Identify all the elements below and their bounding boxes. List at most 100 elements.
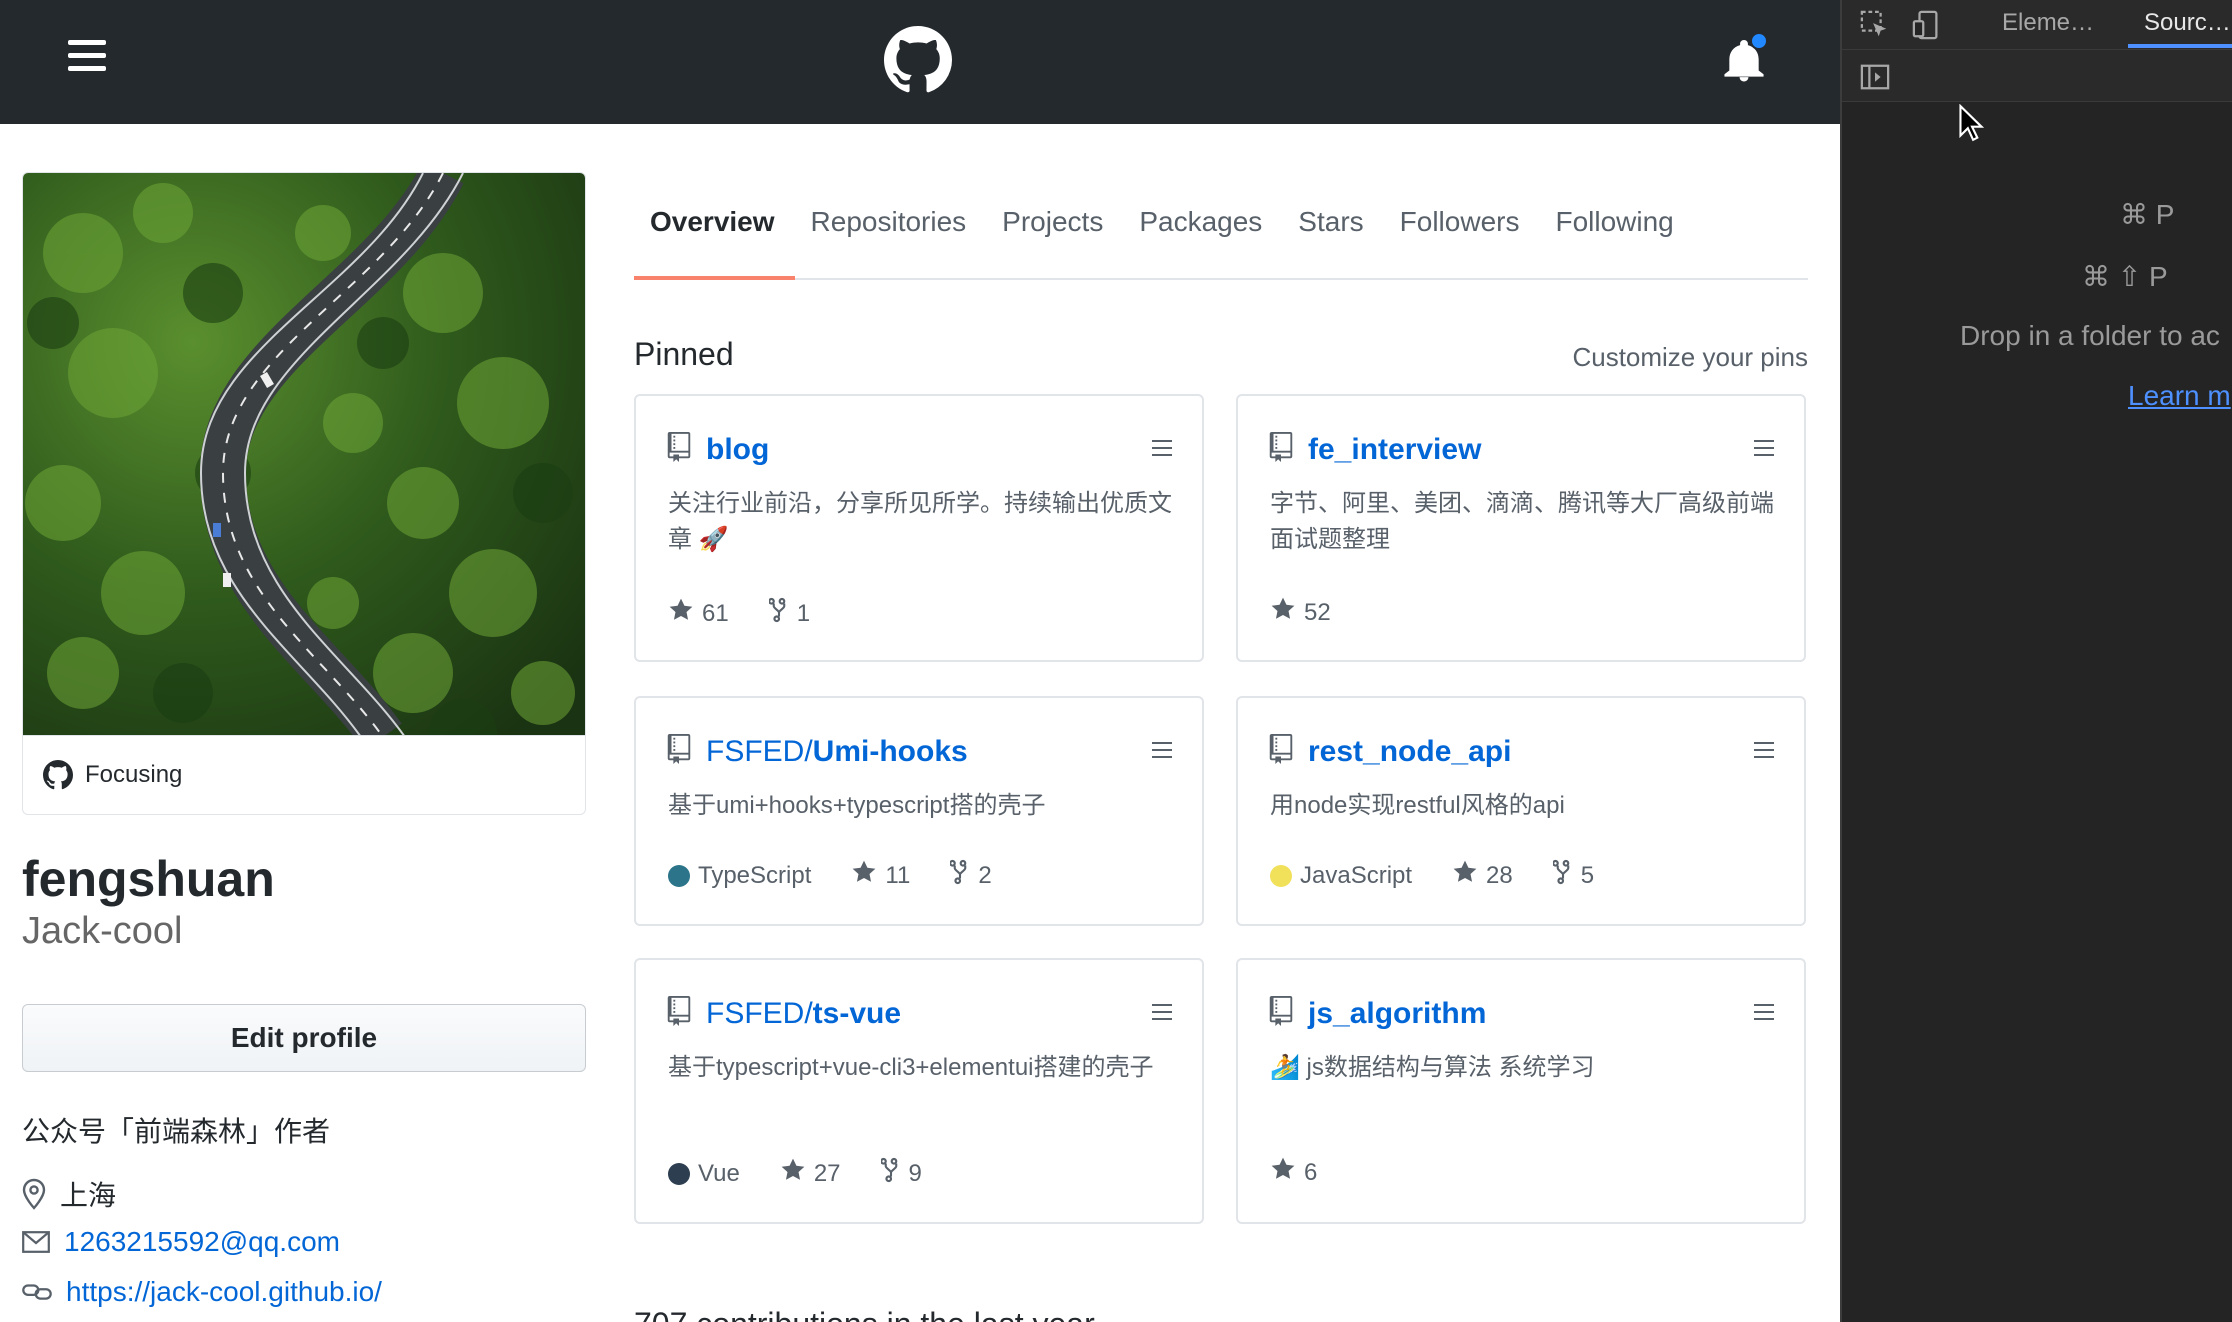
repo-title-row: fe_interview — [1268, 432, 1481, 467]
user-status[interactable]: Focusing — [22, 735, 586, 815]
pinned-repo-card: fe_interview 字节、阿里、美团、滴滴、腾讯等大厂高级前端面试题整理 52 — [1236, 394, 1806, 662]
devtools-tab-elements[interactable]: Eleme… — [2002, 0, 2094, 48]
repo-language-label: JavaScript — [1300, 861, 1413, 889]
fork-icon — [949, 858, 970, 893]
shortcut-open-file: ⌘ P — [2120, 199, 2175, 230]
language-color-dot — [1270, 864, 1292, 887]
repo-forks[interactable]: 5 — [1551, 858, 1594, 893]
github-logo-icon[interactable] — [884, 26, 952, 94]
repo-name: blog — [706, 432, 770, 466]
repo-forks[interactable]: 2 — [949, 858, 992, 893]
location-icon — [22, 1178, 46, 1210]
drag-handle-icon[interactable] — [1754, 440, 1774, 458]
tab-packages[interactable]: Packages — [1123, 200, 1282, 280]
repo-stars[interactable]: 6 — [1270, 1156, 1317, 1189]
repo-link[interactable]: fe_interview — [1308, 433, 1481, 467]
devtools-sources-toolbar — [1842, 50, 2232, 102]
learn-more-link[interactable]: Learn m — [2128, 380, 2231, 412]
tab-overview[interactable]: Overview — [634, 200, 795, 280]
star-icon — [1270, 596, 1296, 629]
repo-icon — [666, 734, 692, 769]
tab-following[interactable]: Following — [1539, 200, 1693, 280]
github-page: Focusing fengshuan Jack-cool Edit profil… — [0, 0, 1840, 1322]
star-icon — [1452, 859, 1478, 892]
repo-stars[interactable]: 11 — [851, 859, 910, 892]
devtools-tab-sources[interactable]: Sourc… — [2128, 0, 2232, 48]
show-navigator-icon[interactable] — [1860, 62, 1890, 92]
repo-forks-count: 2 — [978, 861, 992, 889]
device-toolbar-icon[interactable] — [1912, 10, 1942, 40]
repo-icon — [666, 996, 692, 1031]
inspect-element-icon[interactable] — [1860, 10, 1890, 40]
repo-forks[interactable]: 1 — [767, 596, 810, 631]
star-icon — [668, 597, 694, 630]
link-icon — [22, 1284, 52, 1300]
profile-fullname: fengshuan — [22, 851, 275, 907]
repo-language: Vue — [668, 1160, 740, 1188]
profile-avatar[interactable] — [22, 172, 586, 736]
devtools-toolbar: Eleme… Sourc… — [1842, 0, 2232, 50]
repo-title-row: FSFED/Umi-hooks — [666, 734, 968, 769]
fork-icon — [1551, 858, 1573, 893]
repo-link[interactable]: FSFED/ts-vue — [706, 997, 901, 1031]
edit-profile-button[interactable]: Edit profile — [22, 1004, 586, 1072]
repo-description: 字节、阿里、美团、滴滴、腾讯等大厂高级前端面试题整理 — [1270, 490, 1774, 553]
repo-description: 用node实现restful风格的api — [1270, 792, 1565, 819]
repo-meta: 52 — [1270, 596, 1331, 629]
repo-description: 关注行业前沿，分享所见所学。持续输出优质文章 🚀 — [668, 490, 1172, 553]
star-icon — [1270, 1156, 1296, 1189]
contributions-heading: 707 contributions in the last year — [634, 1306, 1095, 1322]
drag-handle-icon[interactable] — [1152, 1004, 1172, 1022]
user-status-text: Focusing — [85, 760, 183, 788]
repo-owner: FSFED/ — [706, 996, 813, 1030]
tab-repositories[interactable]: Repositories — [795, 200, 987, 280]
repo-owner: FSFED/ — [706, 734, 813, 768]
repo-language-label: Vue — [698, 1159, 740, 1187]
repo-name: Umi-hooks — [812, 734, 968, 768]
repo-link[interactable]: rest_node_api — [1308, 735, 1511, 769]
profile-bio: 公众号「前端森林」作者 — [22, 1116, 331, 1147]
drag-handle-icon[interactable] — [1754, 1004, 1774, 1022]
repo-stars[interactable]: 28 — [1452, 859, 1513, 892]
avatar-image — [23, 173, 585, 735]
repo-meta: Vue 27 9 — [668, 1156, 922, 1191]
repo-link[interactable]: FSFED/Umi-hooks — [706, 735, 968, 769]
website-link[interactable]: https://jack-cool.github.io/ — [66, 1276, 382, 1308]
customize-pins-link[interactable]: Customize your pins — [1572, 342, 1808, 373]
repo-title-row: rest_node_api — [1268, 734, 1511, 769]
profile-nav-tabs: Overview Repositories Projects Packages … — [634, 200, 1808, 280]
repo-title-row: js_algorithm — [1268, 996, 1486, 1031]
repo-icon — [1268, 996, 1294, 1031]
tab-projects[interactable]: Projects — [986, 200, 1123, 280]
repo-meta: TypeScript 11 2 — [668, 858, 992, 893]
drag-handle-icon[interactable] — [1152, 440, 1172, 458]
repo-forks[interactable]: 9 — [879, 1156, 922, 1191]
menu-icon[interactable] — [68, 40, 108, 76]
site-header — [0, 0, 1840, 124]
repo-name: ts-vue — [812, 996, 902, 1030]
location-text: 上海 — [60, 1180, 117, 1211]
tab-stars[interactable]: Stars — [1282, 200, 1383, 280]
repo-stars-count: 61 — [702, 599, 729, 627]
drag-handle-icon[interactable] — [1754, 742, 1774, 760]
repo-stars[interactable]: 61 — [668, 597, 729, 630]
pinned-repo-card: rest_node_api 用node实现restful风格的api JavaScr… — [1236, 696, 1806, 926]
repo-stars[interactable]: 27 — [780, 1157, 841, 1190]
email-link[interactable]: 1263215592@qq.com — [64, 1226, 340, 1258]
repo-stars-count: 6 — [1304, 1158, 1318, 1186]
tab-followers[interactable]: Followers — [1384, 200, 1540, 280]
repo-language-label: TypeScript — [698, 861, 812, 889]
drop-folder-hint: Drop in a folder to ac — [1960, 320, 2220, 351]
mouse-cursor-icon — [1959, 104, 1984, 142]
repo-icon — [1268, 432, 1294, 467]
repo-link[interactable]: js_algorithm — [1308, 997, 1486, 1031]
repo-stars-count: 11 — [885, 861, 911, 889]
repo-link[interactable]: blog — [706, 433, 769, 467]
drag-handle-icon[interactable] — [1152, 742, 1172, 760]
language-color-dot — [668, 1162, 690, 1185]
mail-icon — [22, 1231, 50, 1253]
repo-description: 🏄 js数据结构与算法 系统学习 — [1270, 1054, 1595, 1081]
repo-stars[interactable]: 52 — [1270, 596, 1331, 629]
pinned-repo-card: FSFED/ts-vue 基于typescript+vue-cli3+elemen… — [634, 958, 1204, 1224]
repo-meta: JavaScript 28 5 — [1270, 858, 1594, 893]
